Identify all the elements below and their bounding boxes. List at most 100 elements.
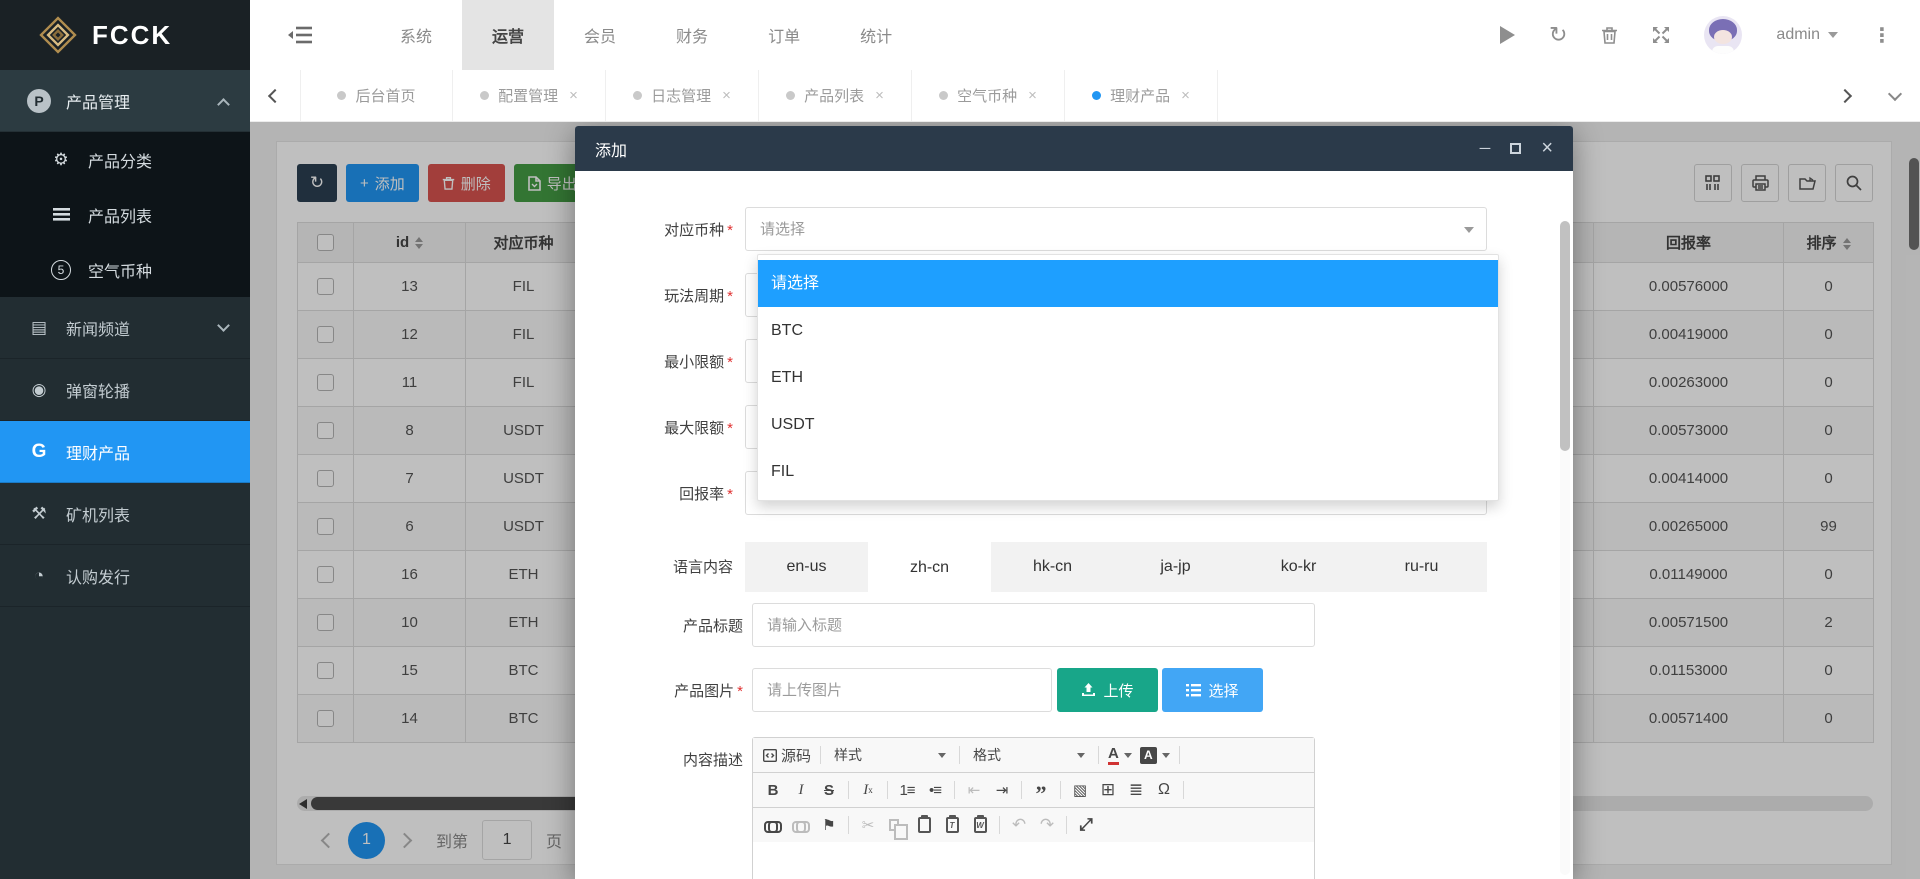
style-combo[interactable]: 样式 (826, 742, 954, 768)
maximize-button[interactable]: ⤢ (1072, 812, 1100, 838)
fullscreen-icon[interactable] (1652, 26, 1670, 44)
remove-format-button[interactable]: Ix (854, 777, 882, 803)
tab-air-coin[interactable]: 空气币种 × (912, 70, 1065, 121)
italic-button[interactable]: I (787, 777, 815, 803)
top-menu-system[interactable]: 系统 (370, 0, 462, 70)
select-caret-icon (1464, 227, 1474, 233)
blockquote-button[interactable]: ” (1027, 777, 1055, 803)
tab-finance-product[interactable]: 理财产品 × (1065, 70, 1218, 121)
upload-button[interactable]: 上传 (1057, 668, 1158, 712)
tabs-scroll-left-button[interactable] (250, 70, 300, 121)
cut-button[interactable]: ✂ (854, 812, 882, 838)
close-icon[interactable]: × (722, 87, 731, 104)
choose-button[interactable]: 选择 (1162, 668, 1263, 712)
anchor-flag-button[interactable]: ⚑ (815, 812, 843, 838)
add-dialog: 添加 ─ × 对应币种* 玩法周期* (575, 126, 1573, 879)
avatar[interactable] (1704, 16, 1742, 54)
refresh-icon[interactable]: ↻ (1549, 22, 1567, 48)
lang-tab-ja-jp[interactable]: ja-jp (1114, 542, 1237, 592)
bg-color-button[interactable]: A (1136, 742, 1174, 768)
tabs-dropdown-button[interactable] (1870, 70, 1920, 121)
play-icon[interactable] (1500, 26, 1515, 44)
copy-button[interactable] (882, 812, 910, 838)
tab-logs[interactable]: 日志管理 × (606, 70, 759, 121)
top-menu-member[interactable]: 会员 (554, 0, 646, 70)
coin-select-input[interactable] (745, 207, 1487, 251)
caret-down-icon (938, 753, 946, 758)
user-menu[interactable]: admin (1776, 26, 1838, 44)
dropdown-option[interactable]: 请选择 (758, 260, 1498, 307)
lang-tab-zh-cn[interactable]: zh-cn (868, 542, 991, 593)
sidebar-toggle-icon[interactable] (250, 0, 350, 70)
close-icon[interactable]: × (1541, 137, 1553, 160)
lang-tab-hk-cn[interactable]: hk-cn (991, 542, 1114, 592)
required-asterisk: * (727, 420, 733, 437)
lang-tab-ru-ru[interactable]: ru-ru (1360, 542, 1483, 592)
image-button[interactable]: ▧ (1066, 777, 1094, 803)
indent-button[interactable]: ⇥ (988, 777, 1016, 803)
table-button[interactable]: ⊞ (1094, 777, 1122, 803)
sidebar-item-product-category[interactable]: ⚙ 产品分类 (0, 132, 250, 187)
dialog-scrollbar-thumb[interactable] (1560, 221, 1570, 451)
top-menu-operation[interactable]: 运营 (462, 0, 554, 70)
tab-product-list[interactable]: 产品列表 × (759, 70, 912, 121)
editor-content[interactable] (753, 842, 1314, 879)
strikethrough-button[interactable]: S (815, 777, 843, 803)
dropdown-option[interactable]: USDT (758, 401, 1498, 448)
close-icon[interactable]: × (569, 87, 578, 104)
link-button[interactable] (759, 812, 787, 838)
bulleted-list-button[interactable]: •≡ (921, 777, 949, 803)
kebab-menu-icon[interactable]: ⋮ (1872, 23, 1892, 48)
coin-select[interactable] (745, 207, 1487, 251)
dropdown-option[interactable]: FIL (758, 448, 1498, 495)
trash-icon[interactable] (1601, 26, 1618, 44)
paste-word-button[interactable]: W (966, 812, 994, 838)
unlink-button[interactable] (787, 812, 815, 838)
lang-tab-ko-kr[interactable]: ko-kr (1237, 542, 1360, 592)
dialog-controls: ─ × (1480, 137, 1553, 160)
product-image-input[interactable] (752, 668, 1052, 712)
editor-toolbar-row3: ⚑ ✂ T W ↶ ↷ ⤢ (753, 808, 1314, 842)
bold-button[interactable]: B (759, 777, 787, 803)
top-menu-stats[interactable]: 统计 (830, 0, 922, 70)
sidebar-item-finance-product[interactable]: G 理财产品 (0, 421, 250, 483)
top-menu-finance[interactable]: 财务 (646, 0, 738, 70)
redo-button[interactable]: ↷ (1033, 812, 1061, 838)
sidebar-item-product-list[interactable]: 产品列表 (0, 187, 250, 242)
undo-button[interactable]: ↶ (1005, 812, 1033, 838)
minimize-icon[interactable]: ─ (1480, 140, 1491, 157)
paste-text-button[interactable]: T (938, 812, 966, 838)
sidebar-item-popup-carousel[interactable]: ◉ 弹窗轮播 (0, 359, 250, 421)
lang-tab-en-us[interactable]: en-us (745, 542, 868, 592)
sidebar-item-subscribe-issue[interactable]: ◔ 认购发行 (0, 545, 250, 607)
sidebar-item-product-mgmt[interactable]: P 产品管理 (0, 70, 250, 132)
outdent-button[interactable]: ⇤ (960, 777, 988, 803)
numbered-list-button[interactable]: 1≡ (893, 777, 921, 803)
horizontal-rule-button[interactable]: ≣ (1122, 777, 1150, 803)
sidebar-item-news-channel[interactable]: ▤ 新闻频道 (0, 297, 250, 359)
tabs-scroll-right-button[interactable] (1820, 70, 1870, 121)
dropdown-option[interactable]: BTC (758, 307, 1498, 354)
close-icon[interactable]: × (1028, 87, 1037, 104)
tab-home[interactable]: 后台首页 (300, 70, 453, 121)
format-combo[interactable]: 格式 (965, 742, 1093, 768)
dialog-scrollbar[interactable] (1560, 221, 1570, 875)
brand[interactable]: FCCK (0, 0, 250, 70)
sidebar-item-miner-list[interactable]: ⚒ 矿机列表 (0, 483, 250, 545)
product-title-input[interactable] (752, 603, 1315, 647)
close-icon[interactable]: × (1181, 87, 1190, 104)
dialog-header[interactable]: 添加 ─ × (575, 126, 1573, 171)
top-menu: 系统 运营 会员 财务 订单 统计 (370, 0, 922, 70)
sidebar-item-air-coin[interactable]: 5 空气币种 (0, 242, 250, 297)
text-color-button[interactable]: A (1104, 742, 1136, 768)
close-icon[interactable]: × (875, 87, 884, 104)
coin-select-dropdown: 请选择 BTC ETH USDT FIL (757, 254, 1499, 501)
special-char-button[interactable]: Ω (1150, 777, 1178, 803)
top-menu-order[interactable]: 订单 (738, 0, 830, 70)
paste-button[interactable] (910, 812, 938, 838)
dropdown-option[interactable]: ETH (758, 354, 1498, 401)
maximize-icon[interactable] (1510, 143, 1521, 154)
tab-config[interactable]: 配置管理 × (453, 70, 606, 121)
source-button[interactable]: 源码 (759, 742, 815, 768)
tab-dot (633, 91, 642, 100)
